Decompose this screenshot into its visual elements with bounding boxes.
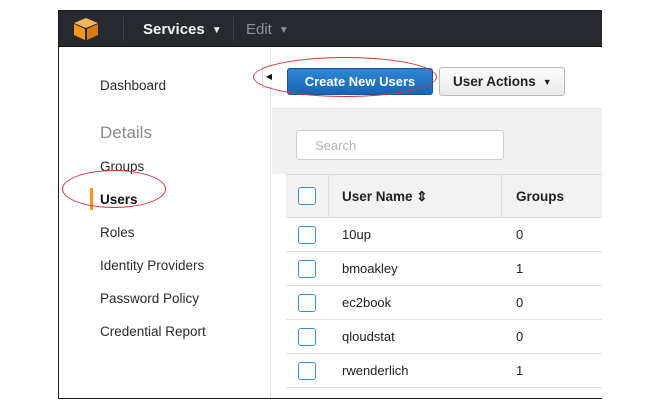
row-checkbox[interactable] xyxy=(298,362,316,380)
sidebar-item-roles[interactable]: Roles xyxy=(100,225,135,240)
sidebar-item-dashboard[interactable]: Dashboard xyxy=(100,78,166,93)
edit-menu[interactable]: Edit ▼ xyxy=(246,21,289,38)
user-name-column-header[interactable]: User Name ⇕ xyxy=(329,175,502,217)
services-chevron-down-icon: ▼ xyxy=(211,25,222,36)
user-actions-button[interactable]: User Actions ▼ xyxy=(439,67,565,96)
sidebar-item-identity-providers[interactable]: Identity Providers xyxy=(100,258,204,273)
services-menu[interactable]: Services ▼ xyxy=(143,21,222,38)
groups-count-cell: 0 xyxy=(516,227,524,242)
row-checkbox[interactable] xyxy=(298,226,316,244)
topbar-divider xyxy=(233,17,234,41)
user-name-cell[interactable]: qloudstat xyxy=(342,329,395,344)
table-row[interactable]: 10up 0 xyxy=(286,218,602,252)
search-input[interactable] xyxy=(296,130,504,160)
main-content: Create New Users User Actions ▼ User Name… xyxy=(272,48,602,398)
user-actions-label: User Actions xyxy=(453,74,536,89)
user-name-cell[interactable]: 10up xyxy=(342,227,371,242)
sidebar: Dashboard Details Groups Users Roles Ide… xyxy=(59,48,271,398)
edit-chevron-down-icon: ▼ xyxy=(278,25,289,36)
user-name-cell[interactable]: ec2book xyxy=(342,295,391,310)
groups-count-cell: 1 xyxy=(516,261,524,276)
table-row[interactable]: rwenderlich 1 xyxy=(286,354,602,388)
toolbar: Create New Users User Actions ▼ xyxy=(272,48,602,108)
sidebar-item-groups[interactable]: Groups xyxy=(100,159,144,174)
table-header: User Name ⇕ Groups xyxy=(286,174,602,218)
sidebar-item-password-policy[interactable]: Password Policy xyxy=(100,291,199,306)
users-table: User Name ⇕ Groups 10up 0 bmoakley 1 ec2… xyxy=(286,174,602,388)
table-row[interactable]: ec2book 0 xyxy=(286,286,602,320)
user-name-cell[interactable]: rwenderlich xyxy=(342,363,408,378)
sidebar-item-users[interactable]: Users xyxy=(100,192,138,207)
edit-label: Edit xyxy=(246,21,272,38)
row-checkbox[interactable] xyxy=(298,260,316,278)
aws-cube-logo-icon[interactable] xyxy=(71,17,101,41)
services-label: Services xyxy=(143,21,205,38)
groups-count-cell: 1 xyxy=(516,363,524,378)
groups-column-header[interactable]: Groups xyxy=(516,189,564,204)
active-item-indicator xyxy=(90,188,93,210)
topbar-divider xyxy=(123,17,124,41)
filter-bar xyxy=(272,108,602,174)
user-name-cell[interactable]: bmoakley xyxy=(342,261,398,276)
row-checkbox[interactable] xyxy=(298,294,316,312)
groups-count-cell: 0 xyxy=(516,329,524,344)
table-row[interactable]: bmoakley 1 xyxy=(286,252,602,286)
create-new-users-button[interactable]: Create New Users xyxy=(287,68,433,95)
top-navigation-bar: Services ▼ Edit ▼ xyxy=(59,11,602,47)
select-all-checkbox[interactable] xyxy=(298,187,316,205)
row-checkbox[interactable] xyxy=(298,328,316,346)
user-actions-chevron-down-icon: ▼ xyxy=(542,77,552,87)
sidebar-section-details: Details xyxy=(100,123,152,142)
sidebar-item-credential-report[interactable]: Credential Report xyxy=(100,324,206,339)
user-name-header-label: User Name ⇕ xyxy=(342,189,428,204)
groups-count-cell: 0 xyxy=(516,295,524,310)
select-all-cell xyxy=(286,175,329,217)
table-row[interactable]: qloudstat 0 xyxy=(286,320,602,354)
console-window: Services ▼ Edit ▼ Dashboard Details Groups… xyxy=(58,10,602,399)
